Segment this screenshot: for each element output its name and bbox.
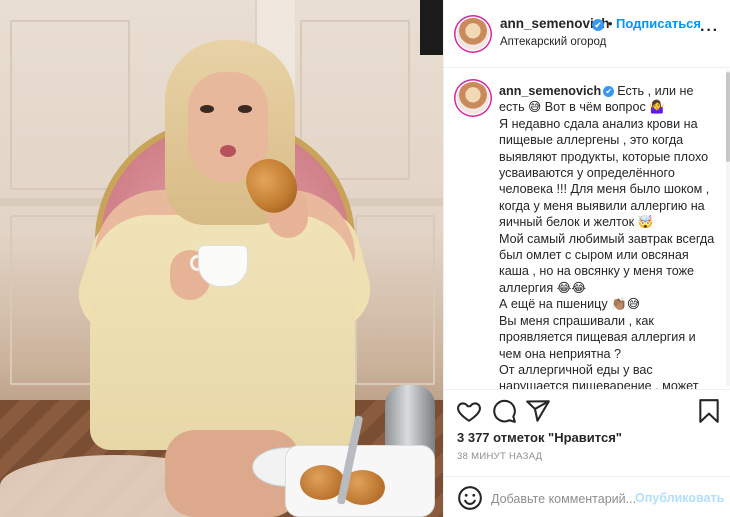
scrollbar-thumb[interactable] [726, 72, 730, 162]
post-photo[interactable] [0, 0, 443, 517]
caption: ann_semenovich ✔ Есть , или не есть 😅 Вот … [499, 83, 717, 389]
avatar[interactable] [457, 18, 489, 50]
verified-badge-icon: ✔ [603, 86, 615, 97]
actions-section: 3 377 отметок "Нравится" 38 МИНУТ НАЗАД … [444, 389, 730, 517]
heart-icon[interactable] [456, 398, 482, 424]
mouth [220, 145, 236, 157]
caption-text: Есть , или не есть 😅 Вот в чём вопрос 🤷‍… [499, 84, 715, 389]
bookmark-icon[interactable] [696, 398, 722, 424]
publish-button[interactable]: Опубликовать [635, 491, 724, 505]
post-sidebar: ann_semenovich ✔ • Подписаться Аптекарск… [443, 0, 730, 517]
more-options-icon[interactable]: ··· [700, 22, 719, 40]
share-icon[interactable] [525, 398, 551, 424]
eye [200, 105, 214, 113]
comment-input[interactable] [491, 490, 641, 508]
likes-count[interactable]: 3 377 отметок "Нравится" [457, 430, 622, 445]
tea-cup [198, 245, 248, 287]
eye [238, 105, 252, 113]
caption-username[interactable]: ann_semenovich [499, 84, 601, 98]
comment-icon[interactable] [491, 398, 517, 424]
smiley-icon[interactable] [457, 485, 483, 511]
verified-badge-icon: ✔ [592, 19, 604, 31]
post-timestamp[interactable]: 38 МИНУТ НАЗАД [457, 451, 542, 462]
comments-area[interactable]: ann_semenovich ✔ Есть , или не есть 😅 Вот … [444, 69, 730, 389]
wall-panel [10, 20, 130, 190]
follow-button[interactable]: Подписаться [616, 16, 701, 31]
add-comment-bar: Опубликовать [444, 476, 730, 517]
location-link[interactable]: Аптекарский огород [500, 36, 606, 48]
post-header: ann_semenovich ✔ • Подписаться Аптекарск… [444, 0, 730, 68]
separator-dot: • [608, 16, 613, 31]
tv-screen [420, 0, 443, 55]
caption-avatar[interactable] [457, 82, 489, 114]
